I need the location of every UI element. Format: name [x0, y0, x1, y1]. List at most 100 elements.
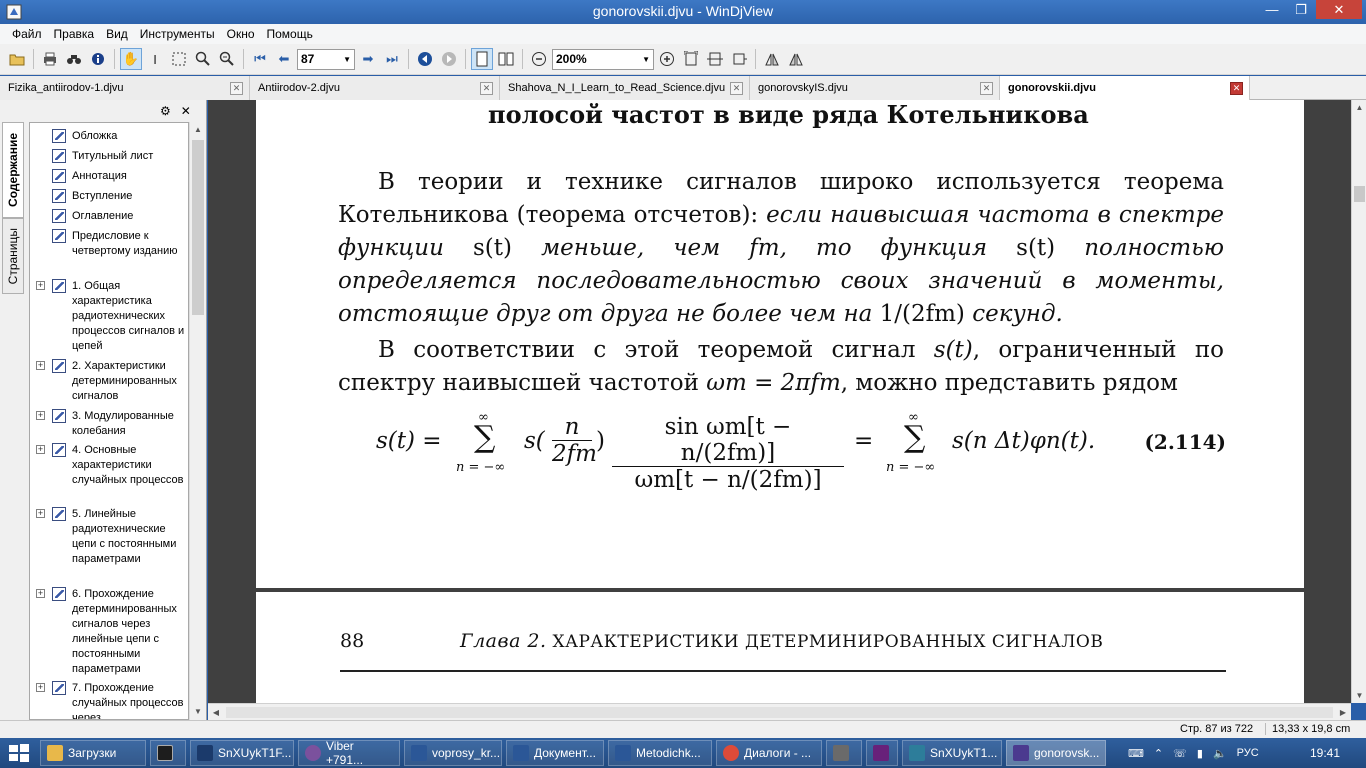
tab-contents[interactable]: Содержание [2, 122, 24, 218]
find-binoculars-icon[interactable] [63, 48, 85, 70]
taskbar-item-word-voprosy[interactable]: voprosy_kr... [404, 740, 502, 766]
taskbar-item-lightroom[interactable] [150, 740, 186, 766]
expand-icon[interactable]: + [36, 509, 45, 518]
close-tab-icon[interactable]: ✕ [980, 81, 993, 95]
scroll-thumb[interactable] [192, 140, 204, 315]
menu-help[interactable]: Помощь [261, 27, 319, 41]
close-tab-icon[interactable]: ✕ [480, 81, 493, 95]
print-icon[interactable] [39, 48, 61, 70]
clock[interactable]: 19:41 [1310, 746, 1340, 760]
toolbar-separator [522, 49, 523, 69]
info-icon[interactable] [87, 48, 109, 70]
document-view[interactable]: полосой частот в виде ряда Котельникова … [208, 100, 1351, 703]
close-window-button[interactable]: ✕ [1316, 0, 1362, 19]
expand-icon[interactable]: + [36, 411, 45, 420]
taskbar-item-viber[interactable]: Viber +791... [298, 739, 400, 767]
scroll-right-icon[interactable]: ▶ [1335, 704, 1351, 721]
horizontal-scrollbar[interactable]: ◀ ▶ [208, 703, 1351, 720]
minimize-button[interactable]: — [1258, 0, 1286, 19]
bookmark-icon [52, 279, 66, 293]
volume-icon[interactable]: 🔈 [1213, 747, 1227, 760]
bookmark-icon [52, 359, 66, 373]
tab-shahova[interactable]: Shahova_N_I_Learn_to_Read_Science.djvu ✕ [500, 76, 750, 100]
text-select-icon[interactable]: I [144, 48, 166, 70]
fit-width-icon[interactable] [704, 48, 726, 70]
zoom-out-tool-icon[interactable] [216, 48, 238, 70]
menu-file[interactable]: Файл [6, 27, 48, 41]
two-page-layout-icon[interactable] [495, 48, 517, 70]
taskbar-item-photoshop[interactable]: SnXUykT1F... [190, 740, 294, 766]
taskbar-item-word-metodichka[interactable]: Metodichk... [608, 740, 712, 766]
taskbar-item-app[interactable] [826, 740, 862, 766]
previous-page-icon[interactable]: ⬅ [273, 48, 295, 70]
contents-scrollbar[interactable]: ▲ ▼ [189, 122, 205, 720]
hand-tool-icon[interactable]: ✋ [120, 48, 142, 70]
network-icon[interactable]: ▮ [1197, 747, 1203, 760]
viber-icon [305, 745, 321, 761]
zoom-out-icon[interactable] [528, 48, 550, 70]
menu-tools[interactable]: Инструменты [134, 27, 221, 41]
bookmark-icon [52, 507, 66, 521]
back-icon[interactable] [414, 48, 436, 70]
equation-number: (2.114) [1144, 430, 1226, 454]
menu-view[interactable]: Вид [100, 27, 134, 41]
menu-window[interactable]: Окно [221, 27, 261, 41]
tab-pages[interactable]: Страницы [2, 218, 24, 294]
windows-start-icon[interactable] [8, 743, 30, 763]
last-page-icon[interactable]: ⏭ [381, 48, 403, 70]
notifications-chevron-icon[interactable]: ⌃ [1154, 747, 1163, 760]
expand-icon[interactable]: + [36, 683, 45, 692]
taskbar-item-chrome[interactable]: Диалоги - ... [716, 740, 822, 766]
zoom-in-tool-icon[interactable] [192, 48, 214, 70]
keyboard-icon[interactable]: ⌨ [1128, 747, 1144, 760]
close-tab-icon[interactable]: ✕ [730, 81, 743, 95]
viber-tray-icon[interactable]: ☏ [1173, 747, 1187, 760]
scroll-left-icon[interactable]: ◀ [208, 704, 224, 721]
close-tab-icon[interactable]: ✕ [1230, 81, 1243, 95]
taskbar-item-windjview[interactable]: gonorovsk... [1006, 740, 1106, 766]
p2-text-c: , можно представить рядом [840, 370, 1178, 396]
taskbar-item-word-document[interactable]: Документ... [506, 740, 604, 766]
rotate-right-icon[interactable] [785, 48, 807, 70]
word-icon [513, 745, 529, 761]
image-viewer-icon [909, 745, 925, 761]
close-tab-icon[interactable]: ✕ [230, 81, 243, 95]
single-page-layout-icon[interactable] [471, 48, 493, 70]
expand-icon[interactable]: + [36, 361, 45, 370]
taskbar-item-visual-studio[interactable] [866, 740, 898, 766]
scroll-down-icon[interactable]: ▼ [1352, 688, 1366, 703]
taskbar-item-downloads[interactable]: Загрузки [40, 740, 146, 766]
open-folder-icon[interactable] [6, 48, 28, 70]
forward-icon[interactable] [438, 48, 460, 70]
scroll-down-icon[interactable]: ▼ [190, 704, 206, 720]
fit-page-icon[interactable] [680, 48, 702, 70]
tab-fizika-antiirodov[interactable]: Fizika_antiirodov-1.djvu ✕ [0, 76, 250, 100]
tab-gonorovskii[interactable]: gonorovskii.djvu ✕ [1000, 76, 1250, 100]
tab-pages-label: Страницы [6, 227, 20, 285]
taskbar-item-image-viewer[interactable]: SnXUykT1... [902, 740, 1002, 766]
tab-gonorovskyis[interactable]: gonorovskyIS.djvu ✕ [750, 76, 1000, 100]
actual-size-icon[interactable] [728, 48, 750, 70]
page-number-select[interactable]: 87 ▼ [297, 48, 355, 70]
expand-icon[interactable]: + [36, 589, 45, 598]
scroll-up-icon[interactable]: ▲ [190, 122, 206, 138]
sidebar-settings-icon[interactable]: ⚙ [160, 104, 171, 118]
tab-antiirodov-2[interactable]: Antiirodov-2.djvu ✕ [250, 76, 500, 100]
vertical-scrollbar[interactable]: ▲ ▼ [1351, 100, 1366, 703]
taskbar-label: Диалоги - ... [744, 746, 812, 760]
language-indicator[interactable]: РУС [1237, 747, 1259, 759]
scroll-thumb[interactable] [1354, 186, 1365, 202]
sidebar-close-icon[interactable]: ✕ [181, 104, 191, 118]
rotate-left-icon[interactable] [761, 48, 783, 70]
scroll-thumb[interactable] [226, 707, 1333, 718]
maximize-button[interactable]: ❐ [1287, 0, 1315, 19]
scroll-up-icon[interactable]: ▲ [1352, 100, 1366, 115]
expand-icon[interactable]: + [36, 281, 45, 290]
first-page-icon[interactable]: ⏮ [249, 48, 271, 70]
menu-edit[interactable]: Правка [48, 27, 101, 41]
zoom-in-icon[interactable] [656, 48, 678, 70]
rectangle-select-icon[interactable] [168, 48, 190, 70]
next-page-icon[interactable]: ➡ [357, 48, 379, 70]
zoom-select[interactable]: 200% ▼ [552, 48, 654, 70]
expand-icon[interactable]: + [36, 445, 45, 454]
